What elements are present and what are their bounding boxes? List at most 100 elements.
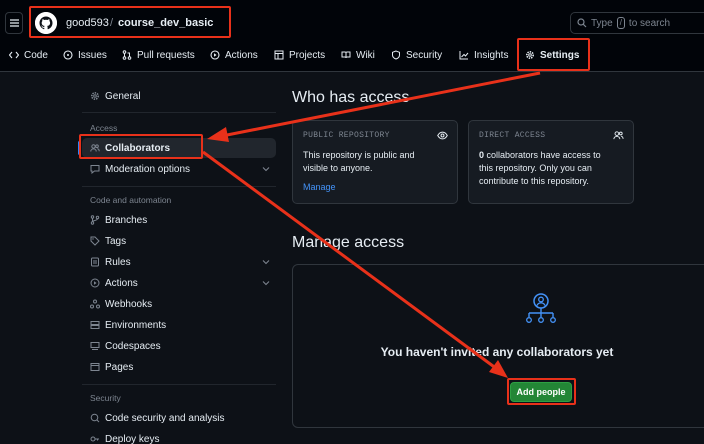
tab-security[interactable]: Security (391, 48, 442, 62)
key-icon (90, 436, 99, 442)
sidebar-item-rules-label: Rules (105, 256, 131, 268)
sidebar-item-actions[interactable]: Actions (90, 275, 138, 291)
add-people-button[interactable]: Add people (510, 382, 572, 402)
search-shortcut-key: / (616, 17, 625, 29)
tab-code-label: Code (24, 49, 48, 61)
sidebar-item-environments-label: Environments (105, 319, 167, 331)
book-icon (341, 51, 351, 59)
owner-link[interactable]: good593 (66, 17, 109, 29)
tab-issues-label: Issues (78, 49, 107, 61)
sidebar-item-collaborators[interactable]: Collaborators (90, 140, 170, 156)
tab-code[interactable]: Code (9, 48, 48, 62)
tab-actions[interactable]: Actions (210, 48, 258, 62)
direct-access-card: DIRECT ACCESS 0 collaborators have acces… (468, 120, 634, 204)
tab-security-label: Security (406, 49, 443, 61)
sidebar-item-deploy-keys-label: Deploy keys (105, 433, 160, 444)
shield-icon (392, 50, 400, 60)
browser-icon (90, 363, 100, 371)
direct-card-title: DIRECT ACCESS (479, 131, 546, 140)
sidebar-divider (82, 112, 276, 113)
tab-projects-label: Projects (289, 49, 326, 61)
sidebar-section-security: Security (90, 393, 121, 403)
tab-projects[interactable]: Projects (274, 48, 325, 62)
tab-settings-label: Settings (540, 49, 580, 61)
sidebar-item-deploy-keys[interactable]: Deploy keys (90, 431, 159, 444)
sidebar-item-branches[interactable]: Branches (90, 212, 147, 228)
gear-icon (525, 50, 535, 60)
github-logo-icon[interactable] (35, 12, 57, 34)
sidebar-item-branches-label: Branches (105, 214, 148, 226)
sidebar-item-moderation-label: Moderation options (105, 163, 191, 175)
sidebar-item-webhooks-label: Webhooks (105, 298, 153, 310)
hamburger-icon (9, 19, 19, 27)
repo-header: good593 / course_dev_basic Type / to sea… (0, 0, 704, 72)
sidebar-item-pages-label: Pages (105, 361, 134, 373)
people-icon (90, 144, 100, 152)
webhook-icon (90, 299, 100, 309)
sidebar-item-pages[interactable]: Pages (90, 359, 133, 375)
sidebar-section-code: Code and automation (90, 195, 172, 205)
sidebar-item-collaborators-label: Collaborators (105, 142, 171, 154)
table-icon (274, 50, 284, 60)
sidebar-divider (82, 384, 276, 385)
sidebar-section-access: Access (90, 123, 118, 133)
play-icon (90, 278, 100, 288)
tab-insights-label: Insights (474, 49, 509, 61)
tab-pull-requests[interactable]: Pull requests (122, 48, 195, 62)
search-input[interactable]: Type / to search (570, 12, 704, 34)
chevron-down-icon[interactable] (262, 258, 270, 266)
tab-wiki-label: Wiki (356, 49, 375, 61)
eye-icon (437, 131, 448, 140)
sidebar-item-general[interactable]: General (90, 88, 141, 104)
sidebar-item-environments[interactable]: Environments (90, 317, 166, 333)
direct-card-line: collaborators have access to (486, 150, 601, 160)
sidebar-divider (82, 186, 276, 187)
tab-insights[interactable]: Insights (459, 48, 508, 62)
search-placeholder-prefix: Type (591, 17, 613, 29)
tab-actions-label: Actions (225, 49, 258, 61)
codescan-icon (90, 413, 100, 423)
sidebar-item-webhooks[interactable]: Webhooks (90, 296, 152, 312)
collaborator-count: 0 (479, 150, 485, 160)
repo-name-link[interactable]: course_dev_basic (118, 17, 213, 29)
code-icon (9, 51, 19, 59)
sidebar-item-tags[interactable]: Tags (90, 233, 126, 249)
chevron-down-icon[interactable] (262, 279, 270, 287)
who-has-access-heading: Who has access (292, 89, 410, 106)
manage-access-heading: Manage access (292, 234, 405, 251)
direct-card-line: contribute to this repository. (479, 176, 589, 186)
public-card-line: This repository is public and (303, 150, 415, 160)
person-network-icon (526, 293, 556, 323)
sidebar-item-code-security[interactable]: Code security and analysis (90, 410, 225, 426)
sidebar-item-general-label: General (105, 90, 141, 102)
sidebar-item-rules[interactable]: Rules (90, 254, 131, 270)
report-icon (90, 165, 100, 174)
sidebar-item-code-security-label: Code security and analysis (105, 412, 225, 424)
pull-request-icon (122, 50, 132, 60)
sidebar-item-tags-label: Tags (105, 235, 127, 247)
public-card-title: PUBLIC REPOSITORY (303, 131, 390, 140)
chevron-down-icon[interactable] (262, 165, 270, 173)
sidebar-selected-indicator (78, 141, 81, 155)
sidebar-item-moderation[interactable]: Moderation options (90, 161, 190, 177)
tab-wiki[interactable]: Wiki (341, 48, 375, 62)
branch-icon (90, 215, 100, 225)
gear-icon (90, 91, 100, 101)
direct-card-line: this repository. Only you can (479, 163, 592, 173)
search-icon (577, 18, 587, 28)
manage-visibility-link[interactable]: Manage (303, 182, 336, 192)
tab-issues[interactable]: Issues (63, 48, 107, 62)
rules-icon (91, 257, 99, 267)
hamburger-menu-button[interactable] (5, 12, 23, 34)
graph-icon (459, 51, 469, 60)
tag-icon (90, 236, 100, 246)
tab-settings[interactable]: Settings (525, 48, 579, 62)
tab-pull-requests-label: Pull requests (137, 49, 195, 61)
server-icon (90, 321, 100, 329)
people-icon (613, 131, 624, 140)
breadcrumb-separator: / (110, 17, 114, 29)
sidebar-item-actions-label: Actions (105, 277, 138, 289)
play-icon (210, 50, 220, 60)
search-placeholder-suffix: to search (628, 17, 671, 29)
public-card-description: This repository is public and visible to… (303, 149, 415, 175)
